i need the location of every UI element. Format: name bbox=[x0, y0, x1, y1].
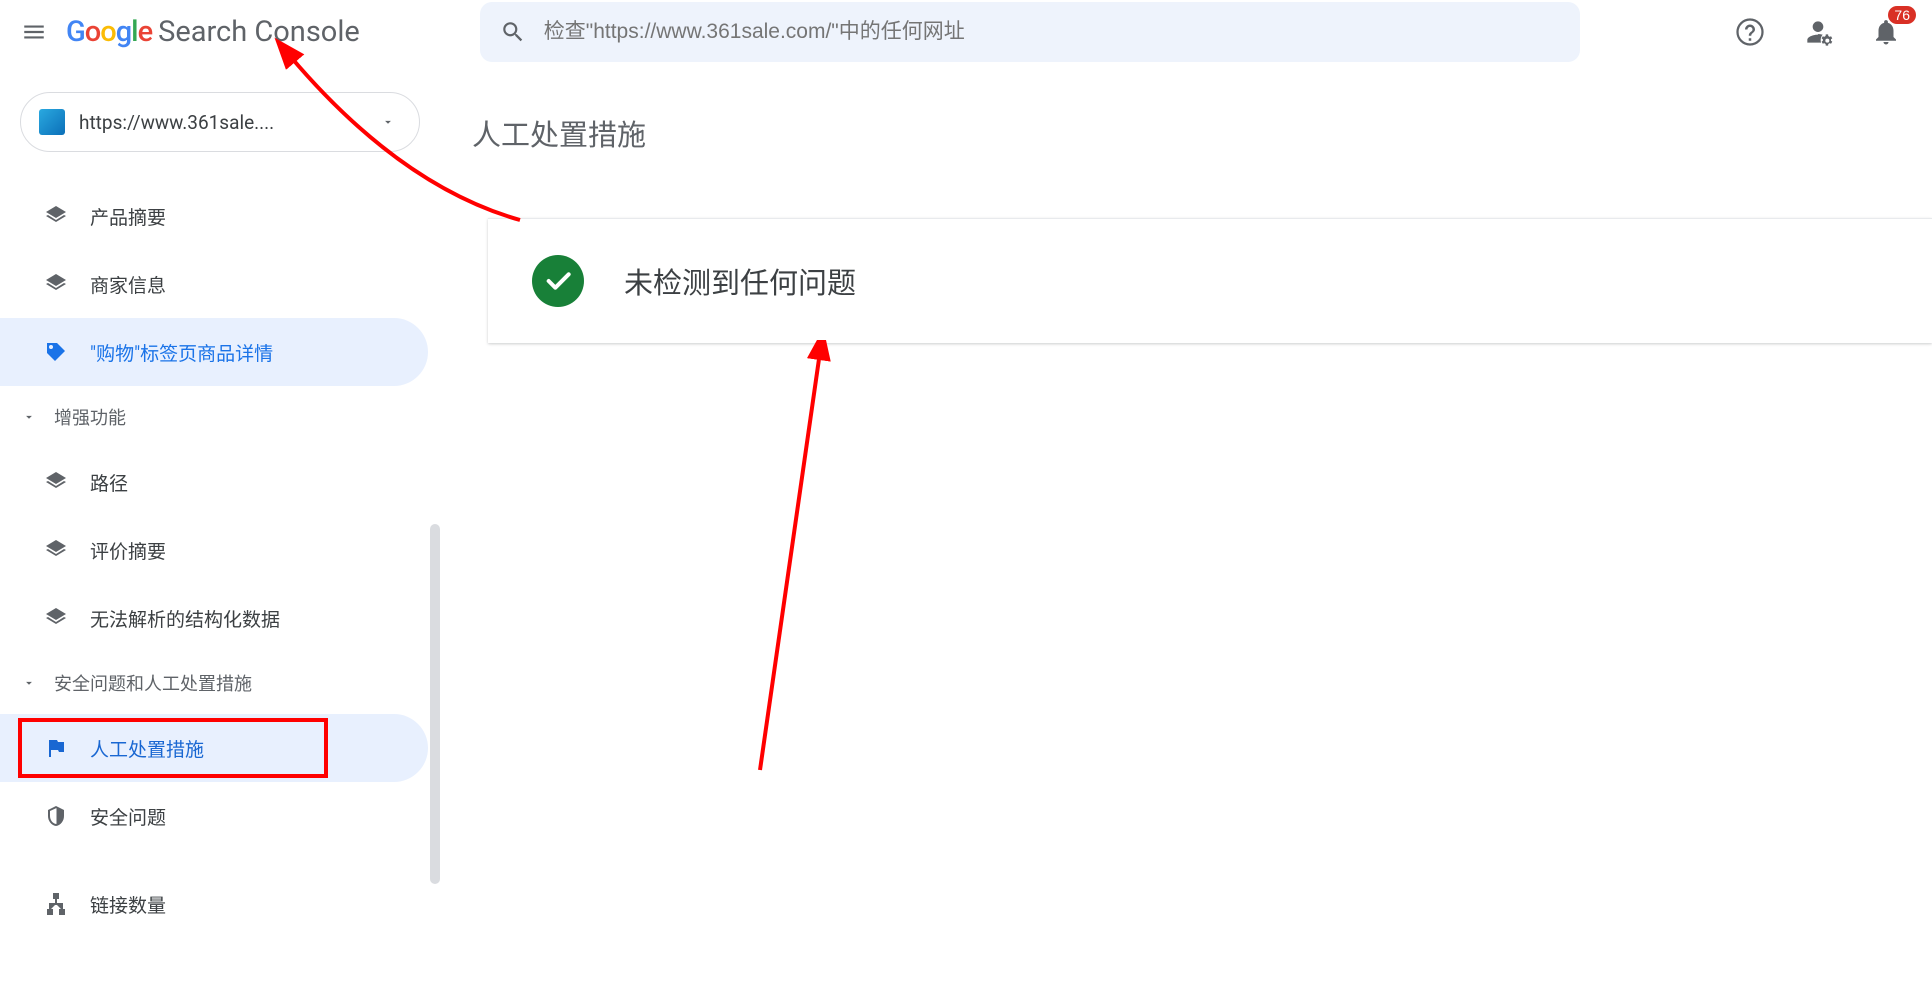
nav-label: 安全问题 bbox=[90, 803, 166, 830]
chevron-down-icon bbox=[22, 676, 42, 690]
help-button[interactable] bbox=[1730, 12, 1770, 52]
nav-shopping-listings[interactable]: "购物"标签页商品详情 bbox=[0, 318, 428, 386]
status-text: 未检测到任何问题 bbox=[624, 260, 856, 302]
nav-label: 链接数量 bbox=[90, 891, 166, 918]
search-icon bbox=[500, 19, 526, 45]
success-check-icon bbox=[532, 255, 584, 307]
tag-icon bbox=[44, 340, 70, 364]
layers-icon bbox=[44, 204, 70, 228]
nav-label: 人工处置措施 bbox=[90, 735, 204, 762]
nav-group-security[interactable]: 安全问题和人工处置措施 bbox=[0, 652, 440, 714]
sidebar-scrollbar[interactable] bbox=[430, 524, 440, 884]
hamburger-icon bbox=[21, 19, 47, 45]
nav-breadcrumbs[interactable]: 路径 bbox=[0, 448, 428, 516]
google-logo-text: Google bbox=[66, 15, 152, 49]
notifications-button[interactable]: 76 bbox=[1866, 12, 1906, 52]
main-content: 人工处置措施 未检测到任何问题 bbox=[440, 64, 1932, 1006]
flag-icon bbox=[44, 736, 70, 760]
nav-manual-actions[interactable]: 人工处置措施 bbox=[0, 714, 428, 782]
url-inspect-input[interactable] bbox=[544, 20, 1560, 44]
chevron-down-icon bbox=[381, 115, 395, 129]
nav-links[interactable]: 链接数量 bbox=[0, 870, 428, 938]
nav-merchant-info[interactable]: 商家信息 bbox=[0, 250, 428, 318]
product-logo[interactable]: Google Search Console bbox=[66, 15, 360, 49]
account-settings-button[interactable] bbox=[1798, 12, 1838, 52]
chevron-down-icon bbox=[22, 410, 42, 424]
layers-icon bbox=[44, 272, 70, 296]
property-favicon bbox=[39, 109, 65, 135]
url-inspect-search[interactable] bbox=[480, 2, 1580, 62]
status-card: 未检测到任何问题 bbox=[488, 218, 1932, 343]
page-title: 人工处置措施 bbox=[472, 112, 1932, 154]
help-icon bbox=[1735, 17, 1765, 47]
sidebar: https://www.361sale.... 产品摘要 商家信息 "购物"标签… bbox=[0, 64, 440, 1006]
product-name: Search Console bbox=[158, 15, 360, 49]
nav-group-enhance[interactable]: 增强功能 bbox=[0, 386, 440, 448]
sitemap-icon bbox=[44, 892, 70, 916]
nav-group-label: 安全问题和人工处置措施 bbox=[54, 670, 252, 696]
nav-label: 路径 bbox=[90, 469, 128, 496]
layers-icon bbox=[44, 538, 70, 562]
main-menu-button[interactable] bbox=[10, 8, 58, 56]
layers-icon bbox=[44, 606, 70, 630]
header-bar: Google Search Console 76 bbox=[0, 0, 1932, 64]
nav-label: 商家信息 bbox=[90, 271, 166, 298]
nav-label: 评价摘要 bbox=[90, 537, 166, 564]
property-selector[interactable]: https://www.361sale.... bbox=[20, 92, 420, 152]
nav-review-snippets[interactable]: 评价摘要 bbox=[0, 516, 428, 584]
nav-label: "购物"标签页商品详情 bbox=[90, 339, 273, 366]
notifications-badge: 76 bbox=[1888, 6, 1916, 24]
person-gear-icon bbox=[1802, 16, 1834, 48]
nav-group-label: 增强功能 bbox=[54, 404, 126, 430]
nav-unparsable-structured-data[interactable]: 无法解析的结构化数据 bbox=[0, 584, 428, 652]
nav-label: 产品摘要 bbox=[90, 203, 166, 230]
property-label: https://www.361sale.... bbox=[79, 111, 274, 134]
nav-product-snapshot[interactable]: 产品摘要 bbox=[0, 182, 428, 250]
layers-icon bbox=[44, 470, 70, 494]
nav-label: 无法解析的结构化数据 bbox=[90, 605, 280, 632]
header-actions: 76 bbox=[1730, 12, 1916, 52]
shield-icon bbox=[44, 804, 70, 828]
nav-security-issues[interactable]: 安全问题 bbox=[0, 782, 428, 850]
